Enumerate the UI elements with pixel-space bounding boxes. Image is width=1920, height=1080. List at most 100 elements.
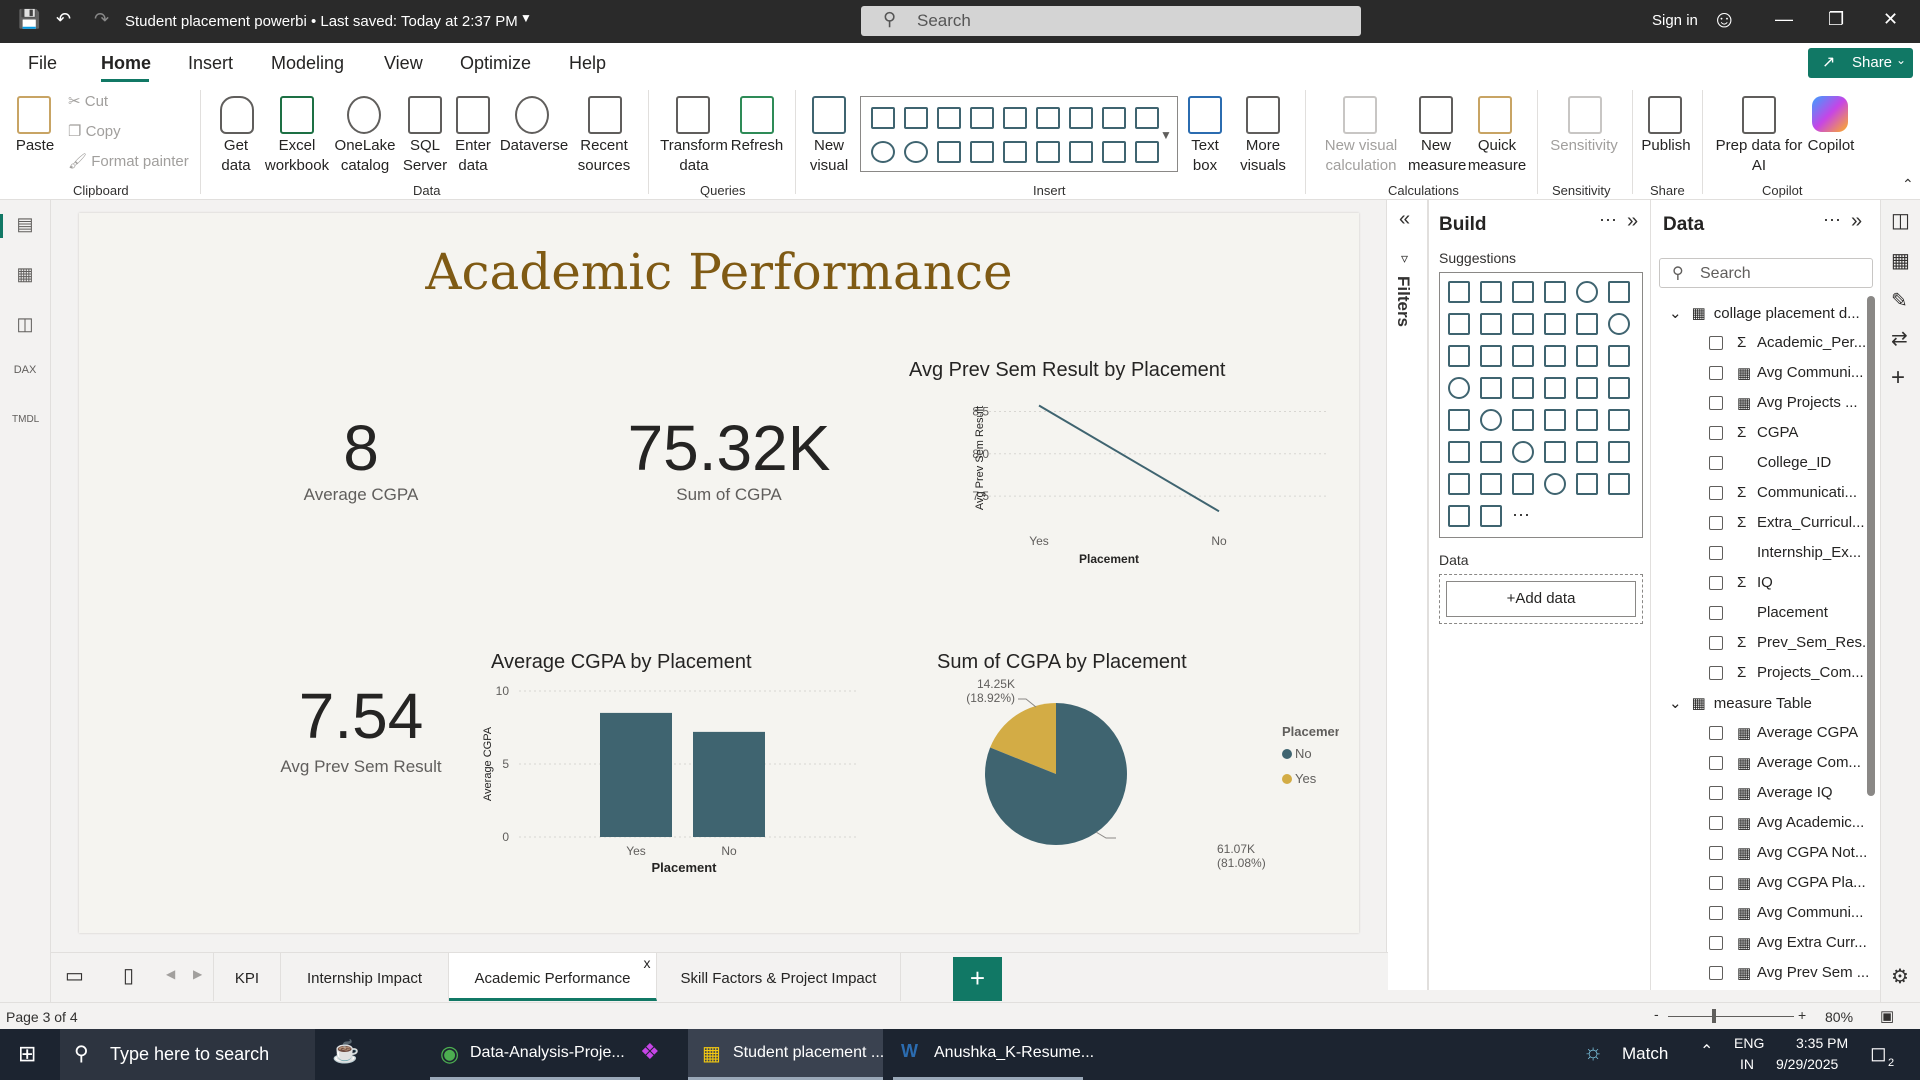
field-item[interactable]: Avg Prev Sem ... (1757, 964, 1869, 981)
table-node[interactable]: ⌄ ▦ measure Table (1669, 694, 1812, 712)
chevron-down-icon[interactable]: ▼ (520, 11, 532, 25)
sign-in-link[interactable]: Sign in (1652, 12, 1698, 29)
menu-help[interactable]: Help (569, 53, 606, 74)
visual-type-icon[interactable] (1102, 141, 1126, 163)
zoom-slider-thumb[interactable] (1712, 1009, 1716, 1023)
field-item[interactable]: Average IQ (1757, 784, 1833, 801)
visual-type-icon[interactable] (1003, 141, 1027, 163)
zoom-in-button[interactable]: + (1798, 1007, 1806, 1023)
visual-gallery[interactable] (860, 96, 1178, 172)
taskbar-search[interactable]: ⚲ Type here to search (60, 1029, 315, 1080)
visual-type-icon[interactable] (1448, 441, 1470, 463)
visual-type-icon[interactable] (1135, 141, 1159, 163)
visual-type-icon[interactable] (1448, 409, 1470, 431)
visual-type-icon[interactable] (1608, 473, 1630, 495)
visual-type-icon[interactable] (1608, 313, 1630, 335)
visual-type-icon[interactable] (1512, 441, 1534, 463)
visual-type-icon[interactable] (1544, 345, 1566, 367)
visual-type-icon[interactable] (1512, 473, 1534, 495)
copilot-button[interactable]: Copilot (1800, 136, 1862, 156)
menu-file[interactable]: File (28, 53, 57, 74)
transform-data-button[interactable]: Transform data (658, 136, 730, 176)
save-icon[interactable]: 💾 (18, 9, 40, 30)
visual-type-icon[interactable] (1608, 281, 1630, 303)
visual-type-icon[interactable] (1576, 473, 1598, 495)
dataverse-button[interactable]: Dataverse (498, 136, 570, 156)
recent-sources-button[interactable]: Recent sources (568, 136, 640, 176)
field-checkbox[interactable] (1709, 576, 1723, 590)
field-checkbox[interactable] (1709, 666, 1723, 680)
field-checkbox[interactable] (1709, 966, 1723, 980)
visual-type-icon[interactable] (1544, 473, 1566, 495)
field-checkbox[interactable] (1709, 906, 1723, 920)
desktop-layout-icon[interactable]: ▭ (65, 963, 84, 988)
tmdl-view-icon[interactable]: TMDL (12, 414, 39, 438)
visual-type-icon[interactable] (1608, 441, 1630, 463)
table-view-icon[interactable]: ▦ (12, 264, 38, 288)
visual-type-icon[interactable] (1135, 107, 1159, 129)
visual-type-icon[interactable] (1036, 141, 1060, 163)
visual-type-icon[interactable] (1480, 377, 1502, 399)
maximize-icon[interactable]: ❐ (1828, 9, 1844, 30)
expand-icon[interactable]: « (1399, 208, 1410, 231)
cut-button[interactable]: ✂ Cut (68, 92, 108, 112)
field-checkbox[interactable] (1709, 546, 1723, 560)
scroll-left-icon[interactable]: ◀ (166, 967, 175, 981)
dax-query-view-icon[interactable]: DAX (12, 364, 38, 388)
field-item[interactable]: Avg CGPA Not... (1757, 844, 1867, 861)
visual-type-icon[interactable] (871, 107, 895, 129)
visual-type-icon[interactable] (1448, 345, 1470, 367)
visual-type-icon[interactable] (1576, 441, 1598, 463)
publish-button[interactable]: Publish (1638, 136, 1694, 156)
menu-view[interactable]: View (384, 53, 423, 74)
field-item[interactable]: Avg CGPA Pla... (1757, 874, 1866, 891)
field-item[interactable]: Internship_Ex... (1757, 544, 1861, 561)
tab-academic-performance[interactable]: Academic Performance x (449, 953, 657, 1001)
field-item[interactable]: College_ID (1757, 454, 1831, 471)
more-options-icon[interactable]: ⋯ (1599, 210, 1617, 231)
add-page-button[interactable]: + (953, 957, 1002, 1001)
visual-type-icon[interactable] (904, 107, 928, 129)
close-tab-icon[interactable]: x (641, 955, 653, 971)
field-item[interactable]: Average CGPA (1757, 724, 1858, 741)
data-well[interactable]: +Add data (1439, 574, 1643, 624)
table-node[interactable]: ⌄ ▦ collage placement d... (1669, 304, 1860, 322)
visual-type-icon[interactable] (904, 141, 928, 163)
field-item[interactable]: Communicati... (1757, 484, 1857, 501)
data-pane-icon[interactable]: ◫ (1891, 208, 1910, 233)
collapse-ribbon-icon[interactable]: ⌃ (1902, 176, 1914, 193)
field-checkbox[interactable] (1709, 876, 1723, 890)
add-pane-icon[interactable]: + (1891, 364, 1905, 392)
sync-icon[interactable]: ⇄ (1891, 326, 1908, 351)
kpi-sum-cgpa-value[interactable]: 75.32K (569, 411, 889, 485)
menu-insert[interactable]: Insert (188, 53, 233, 74)
copy-button[interactable]: ❐ Copy (68, 122, 121, 142)
taskbar-app-chrome[interactable]: ◉ Data-Analysis-Proje... (430, 1029, 640, 1080)
taskbar-app-powerbi[interactable]: ▦ Student placement ... (688, 1029, 884, 1080)
visual-type-icon[interactable] (1448, 505, 1470, 527)
settings-icon[interactable]: ⚙ (1891, 964, 1909, 989)
tab-kpi[interactable]: KPI (213, 953, 281, 1001)
enter-data-button[interactable]: Enter data (450, 136, 496, 176)
quick-measure-button[interactable]: Quick measure (1466, 136, 1528, 176)
visual-type-icon[interactable] (1512, 377, 1534, 399)
field-item[interactable]: Extra_Curricul... (1757, 514, 1865, 531)
paste-button[interactable]: Paste (12, 136, 58, 156)
zoom-out-button[interactable]: - (1654, 1006, 1659, 1022)
field-checkbox[interactable] (1709, 726, 1723, 740)
field-item[interactable]: Avg Communi... (1757, 364, 1863, 381)
minimize-icon[interactable]: — (1775, 9, 1793, 30)
visual-type-icon[interactable] (1544, 281, 1566, 303)
filters-label[interactable]: Filters (1393, 276, 1413, 327)
bar-chart[interactable]: 10 5 0 Yes No Placement Average CGPA (479, 675, 859, 895)
clock-date[interactable]: 9/29/2025 (1776, 1056, 1838, 1072)
more-visuals-button[interactable]: More visuals (1232, 136, 1294, 176)
visual-type-icon[interactable] (1608, 377, 1630, 399)
chevron-down-icon[interactable]: ⌄ (1669, 695, 1682, 712)
field-item[interactable]: IQ (1757, 574, 1773, 591)
windows-start-icon[interactable]: ⊞ (18, 1041, 36, 1067)
visual-type-icon[interactable] (1036, 107, 1060, 129)
menu-optimize[interactable]: Optimize (460, 53, 531, 74)
excel-workbook-button[interactable]: Excel workbook (262, 136, 332, 176)
field-item[interactable]: Avg Extra Curr... (1757, 934, 1867, 951)
